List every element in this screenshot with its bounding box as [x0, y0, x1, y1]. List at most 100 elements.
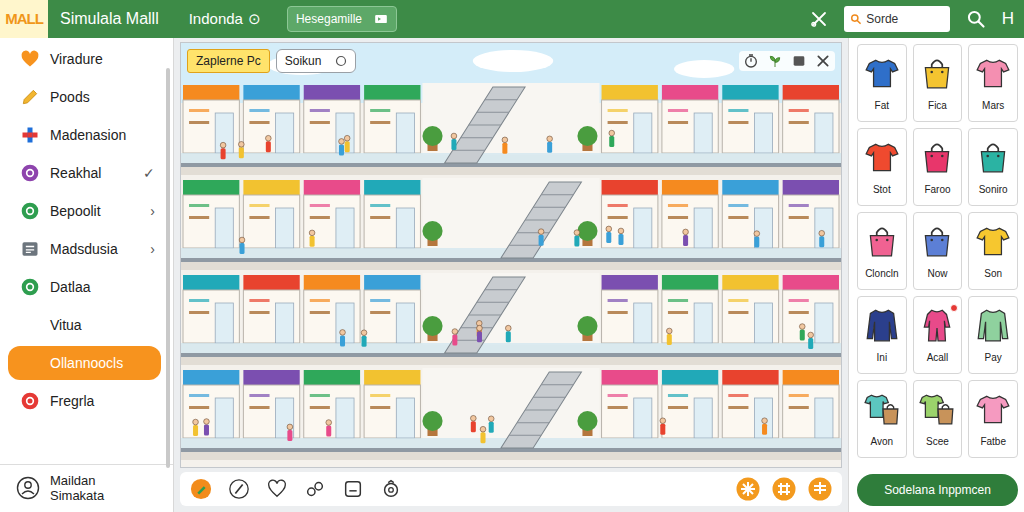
- magnifier-icon[interactable]: [966, 9, 986, 29]
- item-label: Fat: [875, 98, 889, 113]
- person-head: [266, 135, 272, 141]
- catalog-item[interactable]: Fatbe: [968, 380, 1018, 458]
- icon-shape: [926, 151, 949, 171]
- catalog-item[interactable]: Now: [913, 212, 963, 290]
- escalator: [501, 372, 581, 448]
- catalog-item[interactable]: Stot: [857, 128, 907, 206]
- icon-shape: [883, 409, 898, 424]
- icon-shape: [22, 393, 39, 410]
- store-door: [634, 303, 652, 343]
- catalog-item[interactable]: Son: [968, 212, 1018, 290]
- escalator-step: [509, 435, 541, 436]
- link-icon[interactable]: [304, 478, 326, 500]
- store-sign: [304, 370, 360, 385]
- plant: [577, 411, 597, 431]
- catalog-item[interactable]: Soniro: [968, 128, 1018, 206]
- logo: MALL: [0, 0, 48, 38]
- sidebar-item[interactable]: Fregrla: [8, 382, 161, 420]
- icon-shape: [235, 484, 242, 493]
- icon-shape: [941, 70, 944, 73]
- grid-icon[interactable]: [772, 477, 796, 501]
- sidebar-item[interactable]: Viradure: [8, 40, 161, 78]
- sidebar-item[interactable]: Ollannoocls: [8, 346, 161, 380]
- shelf: [249, 121, 269, 124]
- store-sign: [602, 180, 658, 195]
- header-chip[interactable]: Hesegamille: [287, 6, 397, 32]
- heart-icon[interactable]: [266, 478, 288, 500]
- build-icon[interactable]: [190, 478, 212, 500]
- storefront: [662, 195, 718, 248]
- store-door: [815, 398, 833, 438]
- icon-slot: [20, 125, 40, 145]
- icon-shape: [25, 482, 31, 488]
- escalator-step: [517, 422, 549, 423]
- person: [683, 235, 688, 246]
- storefront: [183, 195, 239, 248]
- close-icon[interactable]: [815, 53, 831, 69]
- sidebar-item[interactable]: Madsdusia›: [8, 230, 161, 268]
- icon-shape: [349, 490, 356, 491]
- icon-shape: [926, 235, 949, 255]
- store-door: [754, 303, 772, 343]
- icon-shape: [943, 404, 949, 408]
- plant-icon[interactable]: [767, 53, 783, 69]
- escalator-step: [533, 397, 565, 398]
- catalog-item[interactable]: Fat: [857, 44, 907, 122]
- person: [502, 143, 507, 154]
- pen-icon[interactable]: [228, 478, 250, 500]
- plant: [422, 316, 442, 336]
- sidebar-item[interactable]: Datlaa: [8, 268, 161, 306]
- catalog-item[interactable]: Pay: [968, 296, 1018, 374]
- store-door: [754, 113, 772, 153]
- scene-chip[interactable]: Soikun: [276, 49, 357, 73]
- person-head: [452, 329, 458, 335]
- catalog-item[interactable]: Acall: [913, 296, 963, 374]
- catalog-item[interactable]: Ini: [857, 296, 907, 374]
- catalog-item[interactable]: Fica: [913, 44, 963, 122]
- spark-icon[interactable]: [736, 477, 760, 501]
- cloud: [473, 50, 553, 72]
- person: [489, 422, 494, 433]
- search-input[interactable]: [866, 10, 943, 28]
- layers-icon[interactable]: [808, 477, 832, 501]
- sidebar-item[interactable]: Vitua: [8, 306, 161, 344]
- action-button[interactable]: Sodelana Inppmcen: [857, 474, 1018, 506]
- location-selector[interactable]: Indonda⊙: [189, 8, 261, 31]
- search-field[interactable]: [844, 6, 950, 32]
- icon-shape: [988, 144, 999, 151]
- person-head: [666, 328, 672, 334]
- ring-icon: [20, 201, 40, 221]
- sidebar-item[interactable]: Madenasion: [8, 116, 161, 154]
- frame-icon[interactable]: [342, 478, 364, 500]
- person-head: [754, 231, 760, 237]
- timer-icon[interactable]: [743, 53, 759, 69]
- catalog-item[interactable]: Cloncln: [857, 212, 907, 290]
- item-icon-wrap: [863, 138, 901, 176]
- sidebar-label: Datlaa: [50, 277, 90, 298]
- panel-icon[interactable]: [791, 53, 807, 69]
- icon-shape: [997, 154, 1000, 157]
- escalator-step: [525, 410, 557, 411]
- catalog-item[interactable]: Scee: [913, 380, 963, 458]
- person-head: [309, 230, 315, 236]
- catalog-item[interactable]: Avon: [857, 380, 907, 458]
- store-door: [396, 398, 414, 438]
- profile-button[interactable]: H: [1002, 6, 1014, 32]
- sidebar-scrollbar[interactable]: [166, 68, 170, 468]
- bag-icon: [918, 222, 956, 260]
- sidebar-item[interactable]: Reakhal✓: [8, 154, 161, 192]
- person: [340, 335, 345, 346]
- store-door: [694, 303, 712, 343]
- mall-canvas[interactable]: Zaplerne PcSoikun: [180, 42, 842, 468]
- sidebar-footer[interactable]: Maildan Simakata: [0, 464, 173, 512]
- shelf: [249, 216, 269, 219]
- plant: [577, 316, 597, 336]
- storefront: [304, 100, 360, 153]
- catalog-item[interactable]: Mars: [968, 44, 1018, 122]
- settings-icon[interactable]: [380, 478, 402, 500]
- scene-tag[interactable]: Zaplerne Pc: [187, 49, 270, 73]
- sidebar-item[interactable]: Poods: [8, 78, 161, 116]
- catalog-item[interactable]: Faroo: [913, 128, 963, 206]
- sidebar-item[interactable]: Bepoolit›: [8, 192, 161, 230]
- tools-icon[interactable]: [810, 10, 828, 28]
